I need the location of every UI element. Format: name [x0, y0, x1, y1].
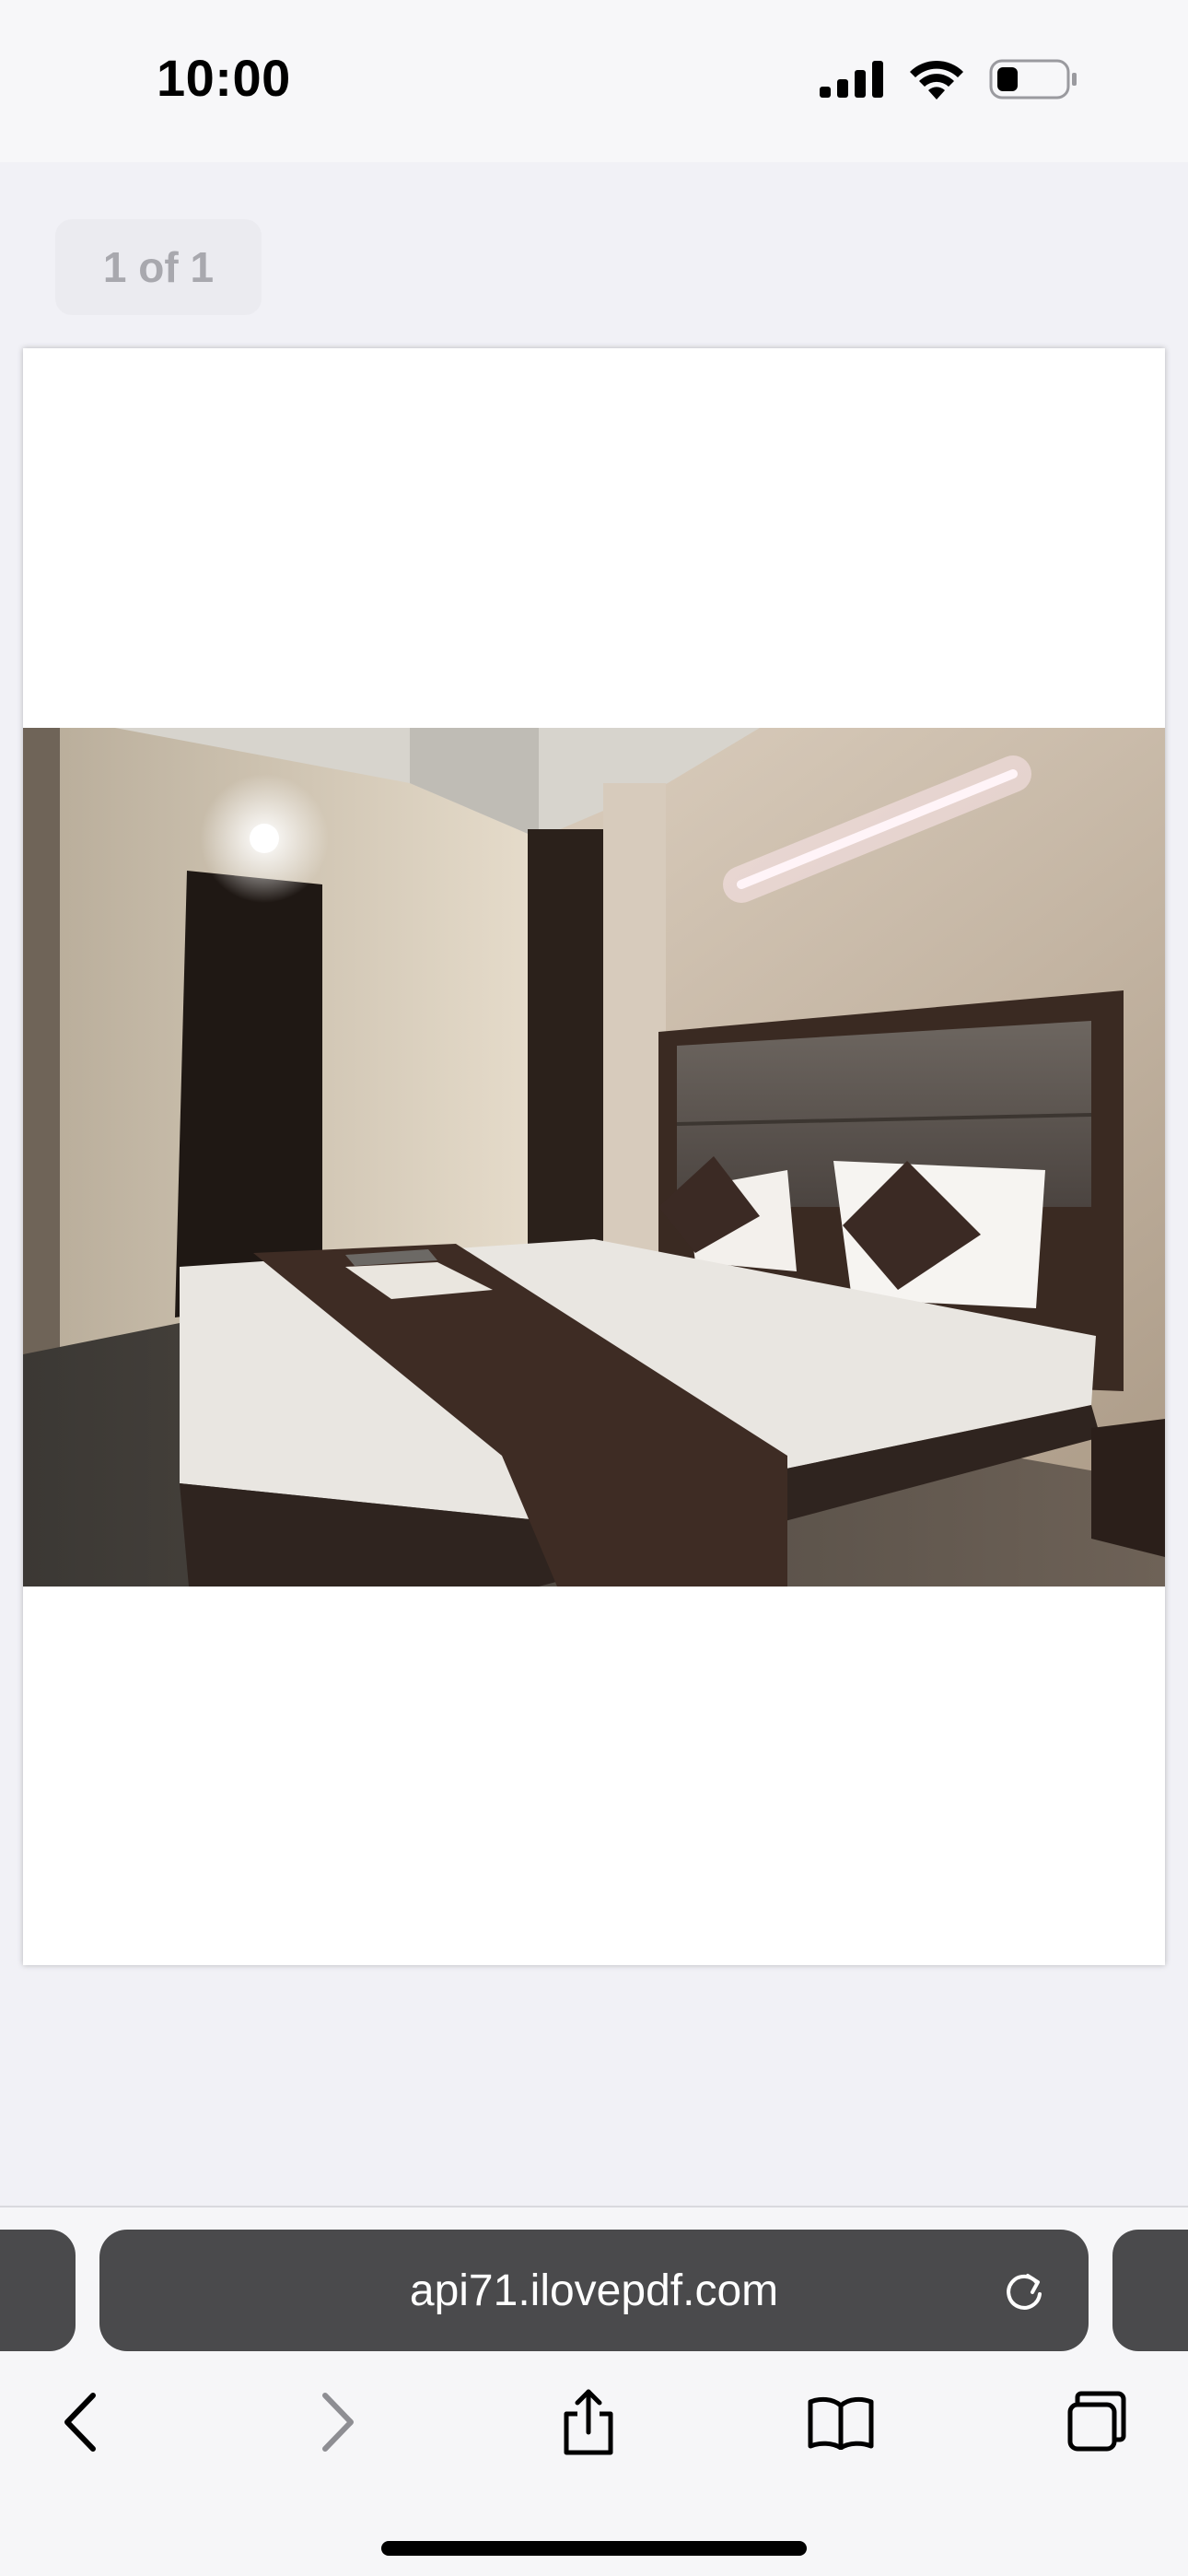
forward-icon	[322, 2393, 354, 2452]
tabs-icon	[1067, 2391, 1126, 2452]
room-photo	[23, 728, 1165, 1587]
back-button[interactable]	[39, 2388, 122, 2456]
reload-icon[interactable]	[1000, 2266, 1048, 2314]
status-time: 10:00	[157, 49, 291, 107]
signal-icon	[820, 61, 883, 98]
share-icon	[564, 2389, 613, 2455]
home-indicator[interactable]	[381, 2541, 807, 2556]
tabs-button[interactable]	[1055, 2388, 1138, 2456]
bookmarks-icon	[808, 2396, 874, 2450]
previous-tab-preview[interactable]	[0, 2230, 76, 2351]
share-button[interactable]	[547, 2388, 630, 2456]
url-text[interactable]: api71.ilovepdf.com	[99, 2230, 1089, 2351]
status-icons	[820, 55, 1087, 105]
next-tab-preview[interactable]	[1112, 2230, 1188, 2351]
battery-icon	[989, 59, 1077, 100]
status-bar: 10:00	[0, 0, 1188, 162]
wifi-icon	[910, 60, 963, 100]
pdf-page[interactable]	[23, 348, 1165, 1965]
bookmarks-button[interactable]	[799, 2388, 882, 2456]
address-bar[interactable]: api71.ilovepdf.com	[99, 2230, 1089, 2351]
back-icon	[64, 2393, 96, 2452]
page-counter: 1 of 1	[55, 219, 262, 315]
forward-button[interactable]	[297, 2388, 379, 2456]
